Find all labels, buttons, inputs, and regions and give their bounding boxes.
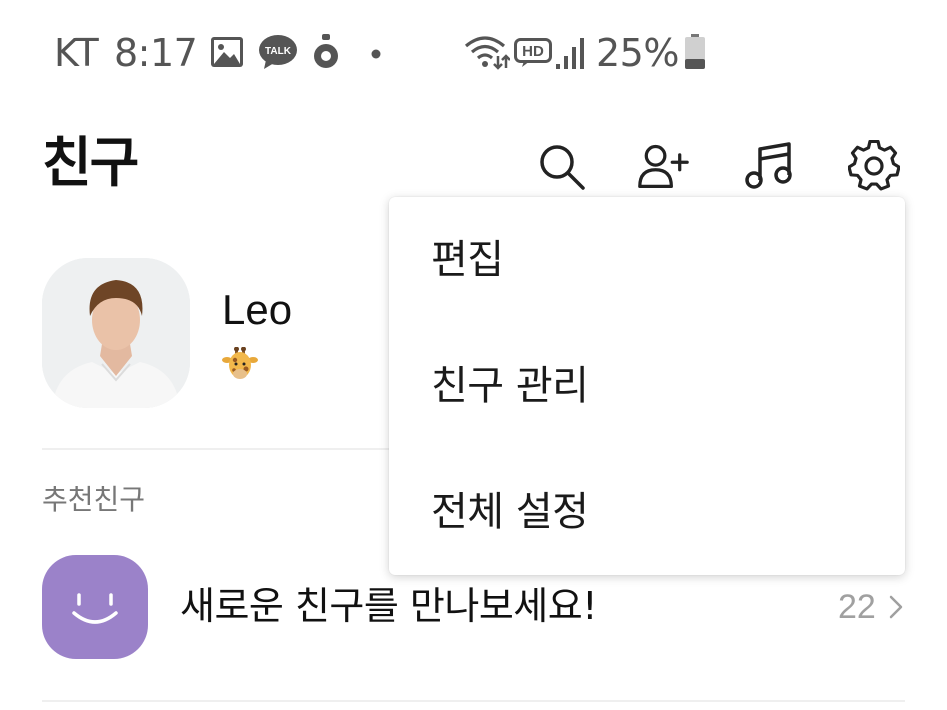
status-bar: KT 8:17 TALK HD 25% [0,0,947,105]
smiley-icon [72,593,118,624]
location-icon [314,34,338,68]
page-title: 친구 [42,131,139,194]
hd-badge-text: HD [522,43,544,60]
battery-percent: 25% [596,31,679,75]
menu-item-all-settings[interactable]: 전체 설정 [389,449,905,575]
carrier-label: KT [54,31,99,75]
menu-item-edit[interactable]: 편집 [389,197,905,323]
section-label-recommended: 추천친구 [42,483,146,516]
add-friend-icon[interactable] [637,140,689,192]
signal-icon [556,38,584,69]
settings-icon[interactable] [848,140,900,192]
profile-avatar[interactable] [42,258,190,408]
search-icon[interactable] [535,140,587,192]
giraffe-emoji-icon [222,347,258,379]
settings-dropdown-menu: 편집 친구 관리 전체 설정 [389,197,905,575]
image-icon [211,37,243,67]
chevron-right-icon[interactable] [886,592,906,622]
divider [42,700,905,702]
status-time: 8:17 [114,31,198,75]
profile-photo [42,258,190,408]
recommended-count[interactable]: 22 [838,586,876,628]
recommended-item-text[interactable]: 새로운 친구를 만나보세요! [180,582,597,630]
kakaotalk-icon: TALK [259,35,297,69]
dot-icon [371,49,381,59]
hd-voice-icon: HD [514,38,552,67]
music-icon[interactable] [743,140,795,192]
wifi-icon [464,36,510,70]
menu-item-manage-friends[interactable]: 친구 관리 [389,323,905,449]
profile-name[interactable]: Leo [222,284,292,336]
battery-icon [685,34,705,69]
recommended-avatar[interactable] [42,555,148,659]
talk-badge-text: TALK [265,46,292,57]
